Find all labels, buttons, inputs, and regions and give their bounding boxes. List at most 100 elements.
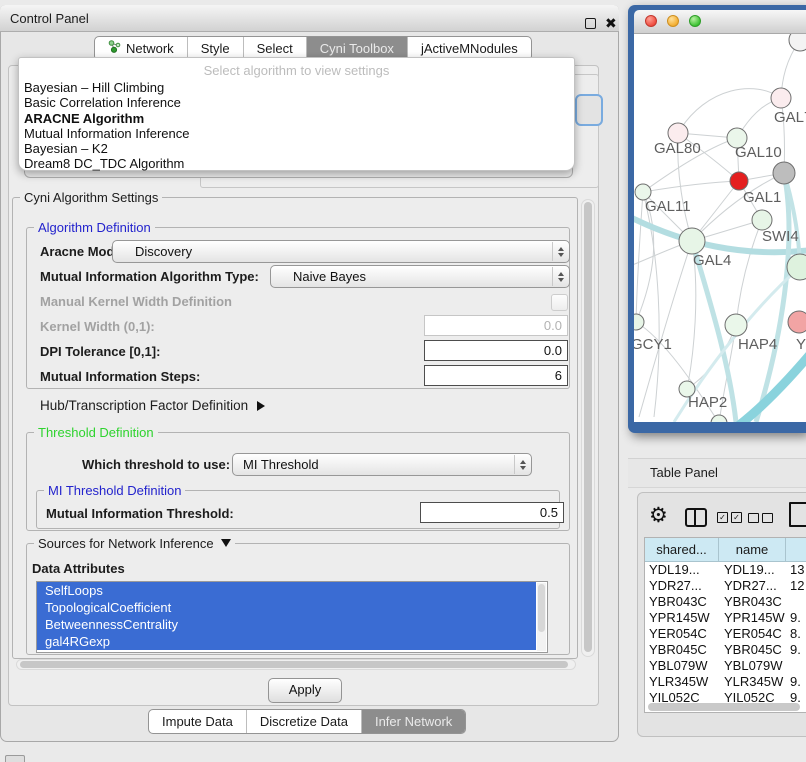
- close-traffic-light[interactable]: [645, 15, 657, 27]
- threshold-definition-title: Threshold Definition: [34, 425, 158, 440]
- table-row[interactable]: YER054CYER054C8.: [645, 626, 806, 642]
- mi-algorithm-type-select[interactable]: Naive Bayes: [270, 265, 570, 288]
- stepper-arrows-icon[interactable]: [552, 267, 568, 286]
- column-header[interactable]: A: [786, 538, 806, 562]
- table-cell: YDR27...: [719, 578, 786, 594]
- apply-button[interactable]: Apply: [268, 678, 342, 703]
- network-window-titlebar[interactable]: [634, 10, 806, 34]
- table-row[interactable]: YBL079WYBL079W: [645, 658, 806, 674]
- scrollbar-thumb[interactable]: [584, 202, 592, 652]
- table-horizontal-scrollbar[interactable]: [647, 702, 805, 712]
- attribute-item[interactable]: BetweennessCentrality: [37, 616, 536, 633]
- gear-icon[interactable]: ⚙: [649, 503, 668, 527]
- close-icon[interactable]: ✖: [605, 10, 617, 37]
- table-cell: 12: [786, 578, 806, 594]
- mi-threshold-field[interactable]: 0.5: [420, 502, 564, 523]
- mi-steps-label: Mutual Information Steps:: [40, 369, 200, 384]
- kernel-width-label: Kernel Width (0,1):: [40, 319, 155, 334]
- checked-box-icon[interactable]: ✓: [717, 512, 728, 523]
- table-cell: YPR145W: [645, 610, 719, 626]
- stepper-arrows-icon[interactable]: [552, 242, 568, 261]
- dropdown-prompt: Select algorithm to view settings: [19, 61, 574, 80]
- column-header[interactable]: name: [719, 538, 786, 562]
- attribute-item[interactable]: gal4RGexp: [37, 633, 536, 650]
- window-title: Control Panel: [10, 5, 89, 32]
- attribute-item[interactable]: TopologicalCoefficient: [37, 599, 536, 616]
- column-view-icon[interactable]: [685, 508, 707, 527]
- sources-group-title[interactable]: Sources for Network Inference: [34, 536, 235, 551]
- table-row[interactable]: YBR043CYBR043C: [645, 594, 806, 610]
- table-cell: YPR145W: [719, 610, 786, 626]
- manual-kernel-width-checkbox[interactable]: [551, 294, 568, 311]
- network-node[interactable]: [679, 228, 705, 254]
- column-header[interactable]: shared...: [645, 538, 719, 562]
- which-threshold-select[interactable]: MI Threshold: [232, 453, 532, 476]
- table-cell: 9.: [786, 642, 806, 658]
- table-row[interactable]: YPR145WYPR145W9.: [645, 610, 806, 626]
- float-window-icon[interactable]: [585, 18, 596, 29]
- network-node[interactable]: [788, 311, 806, 333]
- mi-steps-field[interactable]: 6: [424, 365, 568, 386]
- dpi-tolerance-field[interactable]: 0.0: [424, 340, 568, 361]
- stepper-arrows-icon[interactable]: [514, 455, 530, 474]
- list-scrollbar[interactable]: [537, 583, 546, 651]
- network-node[interactable]: [634, 314, 644, 330]
- scrollbar-thumb[interactable]: [538, 584, 545, 632]
- settings-vertical-scrollbar[interactable]: [581, 199, 595, 657]
- network-node[interactable]: [752, 210, 772, 230]
- partial-bottom-button[interactable]: [5, 755, 25, 762]
- table-cell: YER054C: [719, 626, 786, 642]
- dropdown-item[interactable]: Basic Correlation Inference: [19, 95, 574, 110]
- table-cell: 13: [786, 562, 806, 578]
- unchecked-box-icon[interactable]: [762, 513, 773, 523]
- control-panel-titlebar[interactable]: Control Panel ✖: [0, 5, 619, 32]
- node-label: HAP4: [738, 336, 777, 353]
- node-label: SWI4: [762, 228, 799, 245]
- node-label: GAL11: [645, 198, 691, 215]
- table-row[interactable]: YDR27...YDR27...12: [645, 578, 806, 594]
- node-label: GAL1: [743, 189, 781, 206]
- node-label: GAL4: [693, 252, 731, 269]
- network-node[interactable]: [789, 34, 806, 51]
- network-node[interactable]: [730, 172, 748, 190]
- table-cell: [786, 658, 806, 674]
- dropdown-item[interactable]: Bayesian – K2: [19, 141, 574, 156]
- network-node[interactable]: [725, 314, 747, 336]
- table-row[interactable]: YBR045CYBR045C9.: [645, 642, 806, 658]
- scrollbar-thumb[interactable]: [648, 703, 800, 711]
- network-canvas[interactable]: GAL7GAL80GAL10GAL11GAL1SWI4GAL4GCY1HAP4Y…: [634, 34, 806, 422]
- node-label: Y: [796, 336, 806, 353]
- table-cell: YBR043C: [719, 594, 786, 610]
- table-row[interactable]: YLR345WYLR345W9.: [645, 674, 806, 690]
- screen: Control Panel ✖ NetworkStyleSelectCyni T…: [0, 0, 806, 762]
- tab-discretize-data[interactable]: Discretize Data: [246, 710, 361, 733]
- table-cell: YLR345W: [719, 674, 786, 690]
- aracne-mode-select[interactable]: Discovery: [112, 240, 570, 263]
- unchecked-box-icon[interactable]: [748, 513, 759, 523]
- minimize-traffic-light[interactable]: [667, 15, 679, 27]
- table-row[interactable]: YDL19...YDL19...13: [645, 562, 806, 578]
- dropdown-item[interactable]: Mutual Information Inference: [19, 126, 574, 141]
- cyni-bottom-tab-bar: Impute DataDiscretize DataInfer Network: [148, 709, 466, 734]
- kernel-width-field[interactable]: 0.0: [424, 315, 568, 336]
- table-header-row: shared...nameA: [645, 538, 806, 562]
- tab-impute-data[interactable]: Impute Data: [149, 710, 246, 733]
- dropdown-item[interactable]: Bayesian – Hill Climbing: [19, 80, 574, 95]
- hub-definition-expander[interactable]: Hub/Transcription Factor Definition: [40, 398, 265, 413]
- settings-horizontal-scrollbar[interactable]: [16, 659, 576, 670]
- network-node[interactable]: [711, 415, 727, 422]
- algorithm-definition-title: Algorithm Definition: [34, 220, 155, 235]
- attribute-item[interactable]: SelfLoops: [37, 582, 536, 599]
- network-node[interactable]: [771, 88, 791, 108]
- scrollbar-thumb[interactable]: [20, 661, 568, 668]
- checked-box-icon[interactable]: ✓: [731, 512, 742, 523]
- tab-infer-network[interactable]: Infer Network: [361, 710, 465, 733]
- dropdown-item[interactable]: Dream8 DC_TDC Algorithm: [19, 156, 574, 171]
- page-icon[interactable]: [789, 502, 806, 527]
- aracne-mode-value: Discovery: [135, 241, 192, 262]
- zoom-traffic-light[interactable]: [689, 15, 701, 27]
- dropdown-item[interactable]: ARACNE Algorithm: [19, 111, 574, 126]
- table-cell: [786, 594, 806, 610]
- network-node[interactable]: [773, 162, 795, 184]
- node-label: HAP2: [688, 394, 727, 411]
